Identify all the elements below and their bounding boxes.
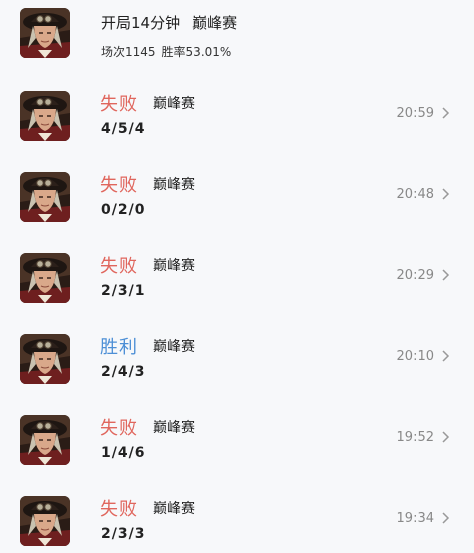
match-result: 失败 [100, 418, 138, 439]
hero-avatar-icon [20, 415, 70, 465]
match-row[interactable]: 失败 巅峰赛 2/3/3 19:34 [0, 484, 474, 553]
summary-stats-line: 场次1145 胜率53.01% [101, 43, 231, 60]
match-mode: 巅峰赛 [153, 258, 195, 274]
match-time: 20:10 [396, 349, 434, 364]
match-kda: 1/4/6 [101, 445, 146, 461]
summary-header: 开局14分钟 巅峰赛 场次1145 胜率53.01% [0, 0, 474, 75]
summary-title: 开局14分钟 [101, 14, 181, 32]
match-result: 失败 [100, 94, 138, 115]
match-kda: 0/2/0 [101, 202, 146, 218]
match-history-screen: 开局14分钟 巅峰赛 场次1145 胜率53.01% 失败 巅峰赛 4/5/4 20… [0, 0, 474, 553]
hero-avatar-icon [20, 91, 70, 141]
match-time: 20:48 [396, 187, 434, 202]
hero-avatar-icon [20, 8, 70, 58]
hero-avatar-icon [20, 496, 70, 546]
hero-avatar-icon [20, 334, 70, 384]
match-row[interactable]: 胜利 巅峰赛 2/4/3 20:10 [0, 322, 474, 402]
match-mode: 巅峰赛 [153, 177, 195, 193]
summary-title-line: 开局14分钟 巅峰赛 [101, 12, 237, 33]
hero-avatar-icon [20, 253, 70, 303]
match-kda: 4/5/4 [101, 121, 146, 137]
match-row[interactable]: 失败 巅峰赛 0/2/0 20:48 [0, 160, 474, 240]
chevron-right-icon [442, 188, 450, 200]
win-rate: 胜率53.01% [161, 45, 232, 59]
hero-avatar-icon [20, 172, 70, 222]
summary-mode: 巅峰赛 [192, 14, 238, 32]
match-time: 20:59 [396, 106, 434, 121]
match-mode: 巅峰赛 [153, 420, 195, 436]
match-row[interactable]: 失败 巅峰赛 4/5/4 20:59 [0, 79, 474, 159]
chevron-right-icon [442, 350, 450, 362]
match-time: 19:34 [396, 511, 434, 526]
match-kda: 2/3/1 [101, 283, 146, 299]
chevron-right-icon [442, 431, 450, 443]
match-kda: 2/3/3 [101, 526, 146, 542]
match-kda: 2/4/3 [101, 364, 146, 380]
games-count: 场次1145 [101, 45, 156, 59]
match-time: 19:52 [396, 430, 434, 445]
match-result: 失败 [100, 175, 138, 196]
match-result: 失败 [100, 499, 138, 520]
match-mode: 巅峰赛 [153, 501, 195, 517]
match-mode: 巅峰赛 [153, 96, 195, 112]
match-result: 失败 [100, 256, 138, 277]
chevron-right-icon [442, 512, 450, 524]
match-row[interactable]: 失败 巅峰赛 2/3/1 20:29 [0, 241, 474, 321]
match-mode: 巅峰赛 [153, 339, 195, 355]
match-result: 胜利 [100, 337, 138, 358]
chevron-right-icon [442, 269, 450, 281]
chevron-right-icon [442, 107, 450, 119]
match-time: 20:29 [396, 268, 434, 283]
match-row[interactable]: 失败 巅峰赛 1/4/6 19:52 [0, 403, 474, 483]
